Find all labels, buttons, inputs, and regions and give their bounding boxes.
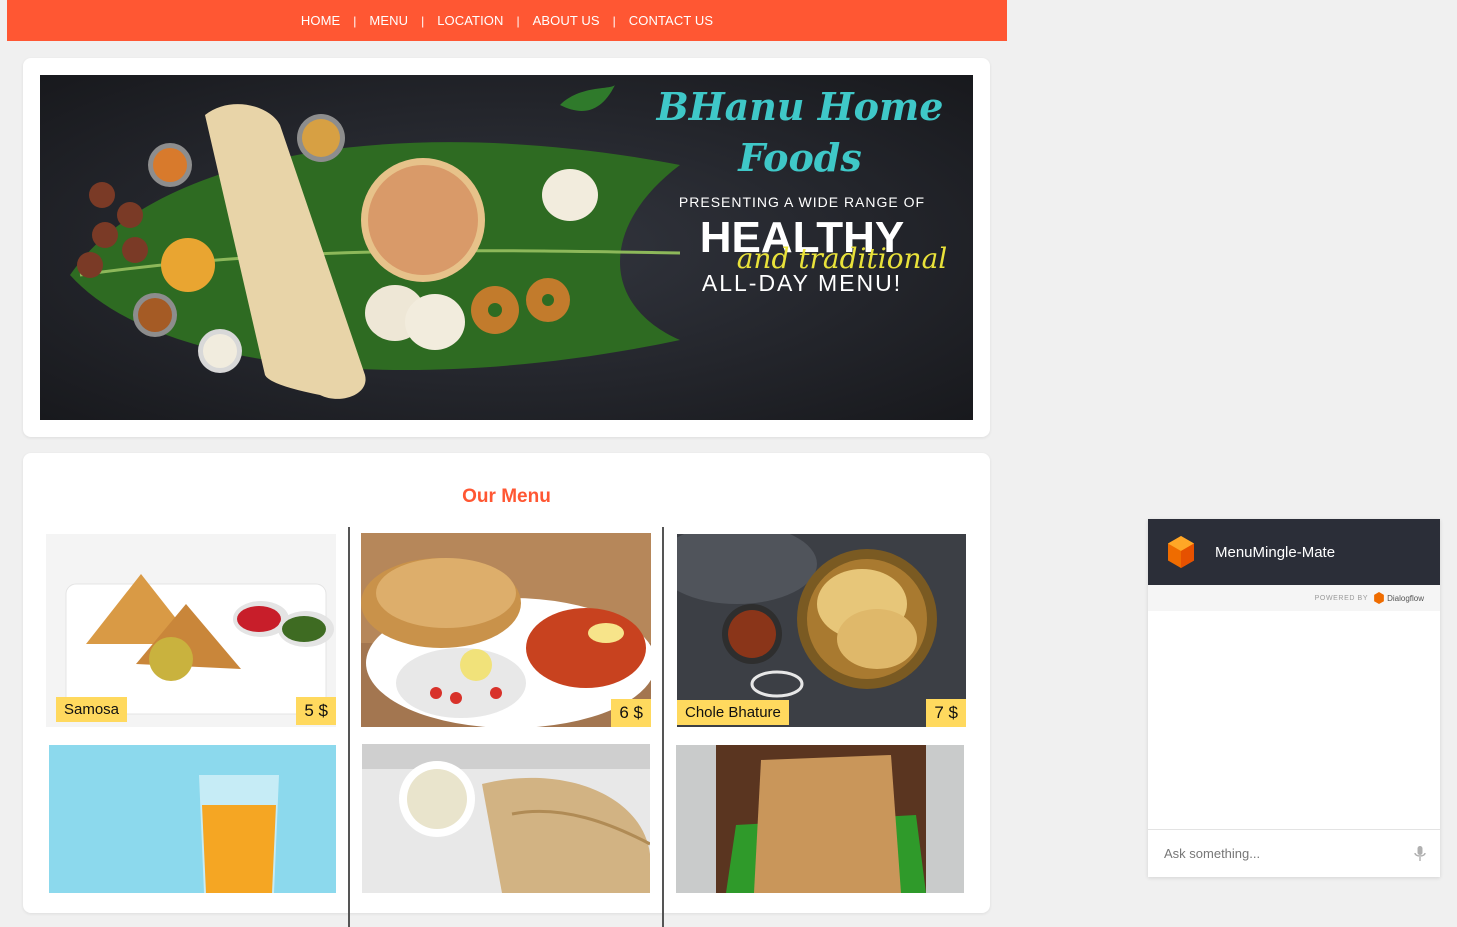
menu-card: Our Menu Samosa 5 $ 6 $ Chole Bhature 7 … (23, 453, 990, 927)
menu-item-samosa[interactable]: Samosa 5 $ (46, 534, 336, 727)
menu-item-chole-bhature[interactable]: Chole Bhature 7 $ (677, 534, 966, 727)
tagline-bottom: ALL-DAY MENU! (702, 270, 902, 296)
chat-widget: MenuMingle-Mate POWERED BY Dialogflow (1148, 519, 1440, 877)
pav-bhaji-image (361, 533, 651, 727)
item-price: 7 $ (926, 699, 966, 727)
item-price: 6 $ (611, 699, 651, 727)
gulab-jamun (89, 182, 115, 208)
menu-title: Our Menu (462, 486, 551, 507)
menu-item-paratha[interactable] (676, 745, 964, 893)
microphone-icon[interactable] (1414, 845, 1426, 862)
chole-bhature-image (677, 534, 966, 727)
chat-header: MenuMingle-Mate (1148, 519, 1440, 585)
top-nav: HOME | MENU | LOCATION | ABOUT US | CONT… (7, 0, 1007, 41)
nav-separator: | (612, 13, 616, 28)
brand-line-1: BHanu Home (656, 84, 944, 129)
chat-input[interactable] (1162, 845, 1414, 862)
chat-messages-area (1148, 611, 1440, 830)
laddu (161, 238, 215, 292)
hero-card: BHanu Home Foods PRESENTING A WIDE RANGE… (23, 58, 990, 437)
nav-contact-us[interactable]: CONTACT US (629, 13, 713, 28)
chat-input-row (1148, 830, 1440, 877)
dialogflow-brand[interactable]: Dialogflow (1374, 592, 1424, 604)
tagline-top: PRESENTING A WIDE RANGE OF (679, 194, 925, 210)
item-name: Chole Bhature (677, 700, 789, 725)
mango-juice-image (49, 745, 336, 893)
nav-separator: | (421, 13, 425, 28)
dialogflow-logo-icon (1168, 536, 1194, 568)
item-price: 5 $ (296, 697, 336, 725)
powered-by-bar: POWERED BY Dialogflow (1148, 585, 1440, 611)
nav-location[interactable]: LOCATION (437, 13, 503, 28)
menu-item-juice[interactable] (49, 745, 336, 893)
chat-title: MenuMingle-Mate (1215, 543, 1336, 561)
nav-menu[interactable]: MENU (369, 13, 408, 28)
nav-separator: | (516, 13, 520, 28)
nav-home[interactable]: HOME (301, 13, 340, 28)
column-divider (348, 527, 350, 927)
menu-item-pav-bhaji[interactable]: 6 $ (361, 533, 651, 727)
paratha-image (676, 745, 964, 893)
dialogflow-small-icon (1374, 592, 1384, 604)
dialogflow-brand-label: Dialogflow (1387, 593, 1424, 603)
masala-dosa-image (362, 744, 650, 893)
banner-artwork: BHanu Home Foods PRESENTING A WIDE RANGE… (40, 75, 973, 420)
powered-by-label: POWERED BY (1314, 594, 1369, 602)
brand-line-2: Foods (737, 135, 862, 180)
column-divider (662, 527, 664, 927)
menu-item-dosa[interactable] (362, 744, 650, 893)
nav-about-us[interactable]: ABOUT US (533, 13, 600, 28)
item-name: Samosa (56, 697, 128, 722)
hero-banner-image: BHanu Home Foods PRESENTING A WIDE RANGE… (40, 75, 973, 420)
nav-separator: | (353, 13, 357, 28)
